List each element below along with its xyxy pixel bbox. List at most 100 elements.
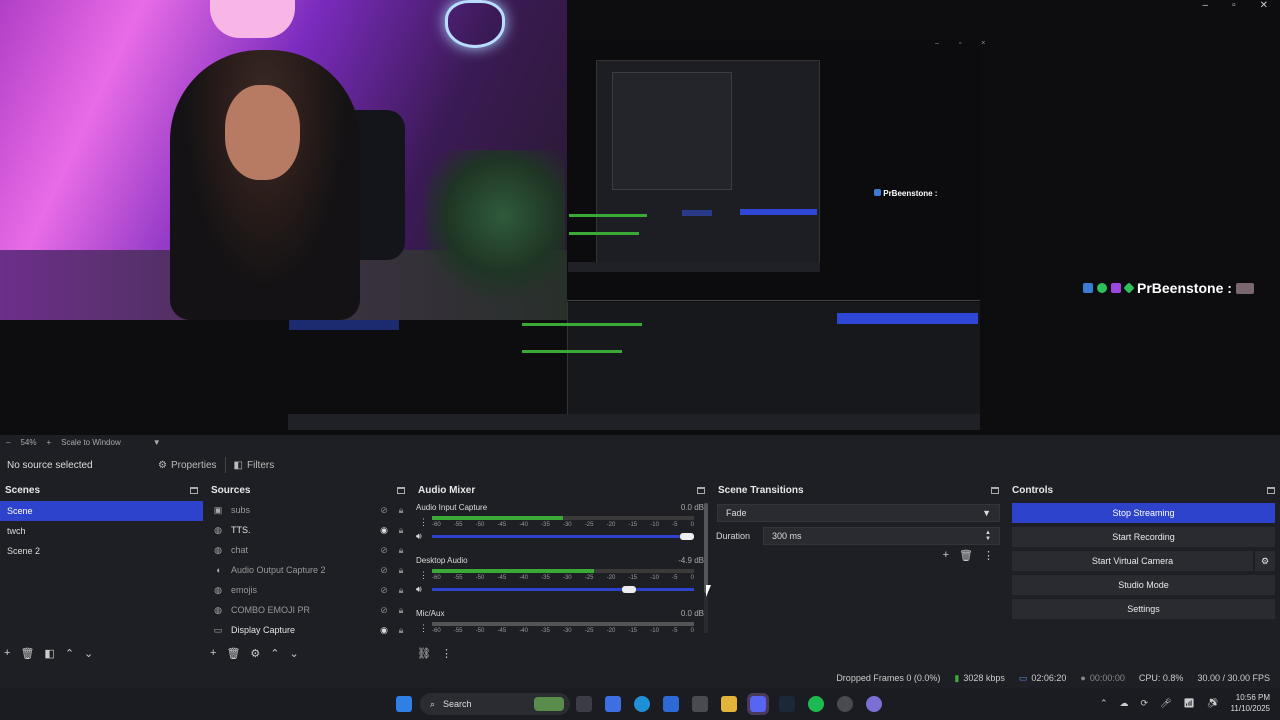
chat-app-icon[interactable] [866, 696, 882, 712]
source-item[interactable]: ◍ TTS. ◉ 🔒︎ [206, 520, 410, 540]
scale-tick: -30 [562, 628, 572, 634]
more-options-icon[interactable]: ⋮ [419, 623, 428, 634]
discord-icon[interactable] [747, 693, 769, 715]
source-item[interactable]: ◖ Audio Output Capture 2 ⊘ 🔒︎ [206, 560, 410, 580]
source-item[interactable]: ▭ Display Capture ◉ 🔒︎ [206, 620, 410, 640]
source-item[interactable]: ◍ emojis ⊘ 🔒︎ [206, 580, 410, 600]
volume-slider[interactable] [432, 586, 694, 593]
mixer-scrollbar[interactable] [704, 503, 708, 633]
app-icon[interactable] [692, 696, 708, 712]
slider-knob[interactable] [680, 533, 694, 540]
speaker-icon[interactable]: 🔊︎ [416, 584, 422, 595]
zoom-out-icon[interactable]: – [6, 438, 10, 447]
meter-fill [432, 516, 563, 520]
lock-icon[interactable]: 🔒︎ [392, 505, 410, 516]
settings-button[interactable]: Settings [1012, 599, 1275, 619]
trash-icon[interactable]: 🗑 [226, 647, 240, 660]
undock-icon[interactable] [1267, 487, 1275, 494]
clock[interactable]: 10:56 PM 11/10/2025 [1231, 692, 1270, 714]
lock-icon[interactable]: 🔒︎ [392, 605, 410, 616]
undock-icon[interactable] [190, 487, 198, 494]
source-item[interactable]: ◍ COMBO EMOJI PR ⊘ 🔒︎ [206, 600, 410, 620]
program-preview[interactable]: – ▫ × PrBeenstone : PrBeenstone : [0, 0, 1280, 435]
scale-mode[interactable]: Scale to Window [61, 438, 121, 447]
add-icon[interactable]: + [4, 647, 10, 660]
filter-icon[interactable]: ◧ [44, 647, 54, 660]
lock-icon[interactable]: 🔒︎ [392, 565, 410, 576]
minimize-icon[interactable]: – [1203, 0, 1209, 14]
eye-hidden-icon[interactable]: ⊘ [376, 545, 392, 556]
gear-icon[interactable]: ⚙ [1255, 551, 1275, 571]
duration-input[interactable]: 300 ms ▲ ▼ [763, 527, 1000, 545]
scale-tick: -45 [497, 522, 507, 528]
channel-name: Audio Input Capture [416, 503, 488, 512]
studio-mode-button[interactable]: Studio Mode [1012, 575, 1275, 595]
start-virtual-camera-button[interactable]: Start Virtual Camera [1012, 551, 1253, 571]
move-up-icon[interactable]: ⌃ [65, 647, 74, 660]
link-icon[interactable]: ⛓ [417, 647, 431, 660]
scene-item[interactable]: Scene 2 [0, 541, 203, 561]
add-icon[interactable]: + [943, 549, 949, 562]
taskbar-search[interactable]: ⌕ Search [420, 693, 570, 715]
more-options-icon[interactable]: ⋮ [983, 549, 994, 562]
move-down-icon[interactable]: ⌄ [84, 647, 93, 660]
scene-item[interactable]: Scene [0, 501, 203, 521]
store-icon[interactable] [663, 696, 679, 712]
folder-icon[interactable] [721, 696, 737, 712]
source-item[interactable]: ◍ chat ⊘ 🔒︎ [206, 540, 410, 560]
undock-icon[interactable] [397, 487, 405, 494]
obs-icon[interactable] [837, 696, 853, 712]
slider-knob[interactable] [622, 586, 637, 593]
spotify-icon[interactable] [808, 696, 824, 712]
move-down-icon[interactable]: ⌄ [290, 647, 299, 660]
maximize-icon[interactable]: ▫ [1232, 0, 1236, 14]
flag-icon [1235, 282, 1254, 294]
edge-icon[interactable] [634, 696, 650, 712]
scrollbar-thumb[interactable] [704, 503, 708, 593]
zoom-in-icon[interactable]: + [46, 438, 51, 447]
scale-tick: -25 [584, 628, 594, 634]
steam-icon[interactable] [779, 696, 795, 712]
lock-icon[interactable]: 🔒︎ [392, 545, 410, 556]
eye-hidden-icon[interactable]: ⊘ [376, 565, 392, 576]
undock-icon[interactable] [991, 487, 999, 494]
eye-icon[interactable]: ◉ [376, 625, 392, 636]
transition-select[interactable]: Fade ▼ [717, 504, 1000, 522]
start-recording-button[interactable]: Start Recording [1012, 527, 1275, 547]
system-tray[interactable]: ⌃☁⟳🎤︎📶︎🔊︎ [1100, 698, 1230, 709]
chat-overlay-small: PrBeenstone : [874, 189, 937, 198]
more-options-icon[interactable]: ⋮ [419, 570, 428, 581]
more-options-icon[interactable]: ⋮ [441, 647, 452, 660]
eye-hidden-icon[interactable]: ⊘ [376, 605, 392, 616]
trash-icon[interactable]: 🗑 [959, 549, 973, 562]
undock-icon[interactable] [697, 487, 705, 494]
lock-icon[interactable]: 🔒︎ [392, 625, 410, 636]
copilot-icon[interactable] [605, 696, 621, 712]
lock-icon[interactable]: 🔒︎ [392, 525, 410, 536]
close-icon[interactable]: ✕ [1260, 0, 1268, 14]
meter-fill [432, 569, 595, 573]
task-view-icon[interactable] [576, 696, 592, 712]
gear-icon[interactable]: ⚙ [250, 647, 260, 660]
stop-streaming-button[interactable]: Stop Streaming [1012, 503, 1275, 523]
more-options-icon[interactable]: ⋮ [419, 517, 428, 528]
volume-slider[interactable] [432, 533, 694, 540]
source-item[interactable]: ▣ subs ⊘ 🔒︎ [206, 500, 410, 520]
speaker-icon[interactable]: 🔊︎ [416, 531, 422, 542]
add-icon[interactable]: + [210, 647, 216, 660]
move-up-icon[interactable]: ⌃ [270, 647, 279, 660]
chevron-down-icon[interactable]: ▼ [153, 438, 161, 447]
spin-icon[interactable]: ▲ ▼ [985, 530, 991, 542]
source-label: COMBO EMOJI PR [231, 605, 311, 615]
clock-time: 10:56 PM [1235, 693, 1270, 702]
trash-icon[interactable]: 🗑 [20, 647, 34, 660]
scene-item[interactable]: twch [0, 521, 203, 541]
eye-hidden-icon[interactable]: ⊘ [376, 585, 392, 596]
eye-hidden-icon[interactable]: ⊘ [376, 505, 392, 516]
properties-button[interactable]: ⚙ Properties [150, 454, 225, 476]
lock-icon[interactable]: 🔒︎ [392, 585, 410, 596]
eye-icon[interactable]: ◉ [376, 525, 392, 536]
mixer-channel: Mic/Aux 0.0 dB ⋮ -60 -55 -50 -45 -40 -35 -30 -2… [413, 609, 710, 641]
windows-start-icon[interactable] [396, 696, 412, 712]
filters-button[interactable]: ◧ Filters [226, 454, 283, 476]
